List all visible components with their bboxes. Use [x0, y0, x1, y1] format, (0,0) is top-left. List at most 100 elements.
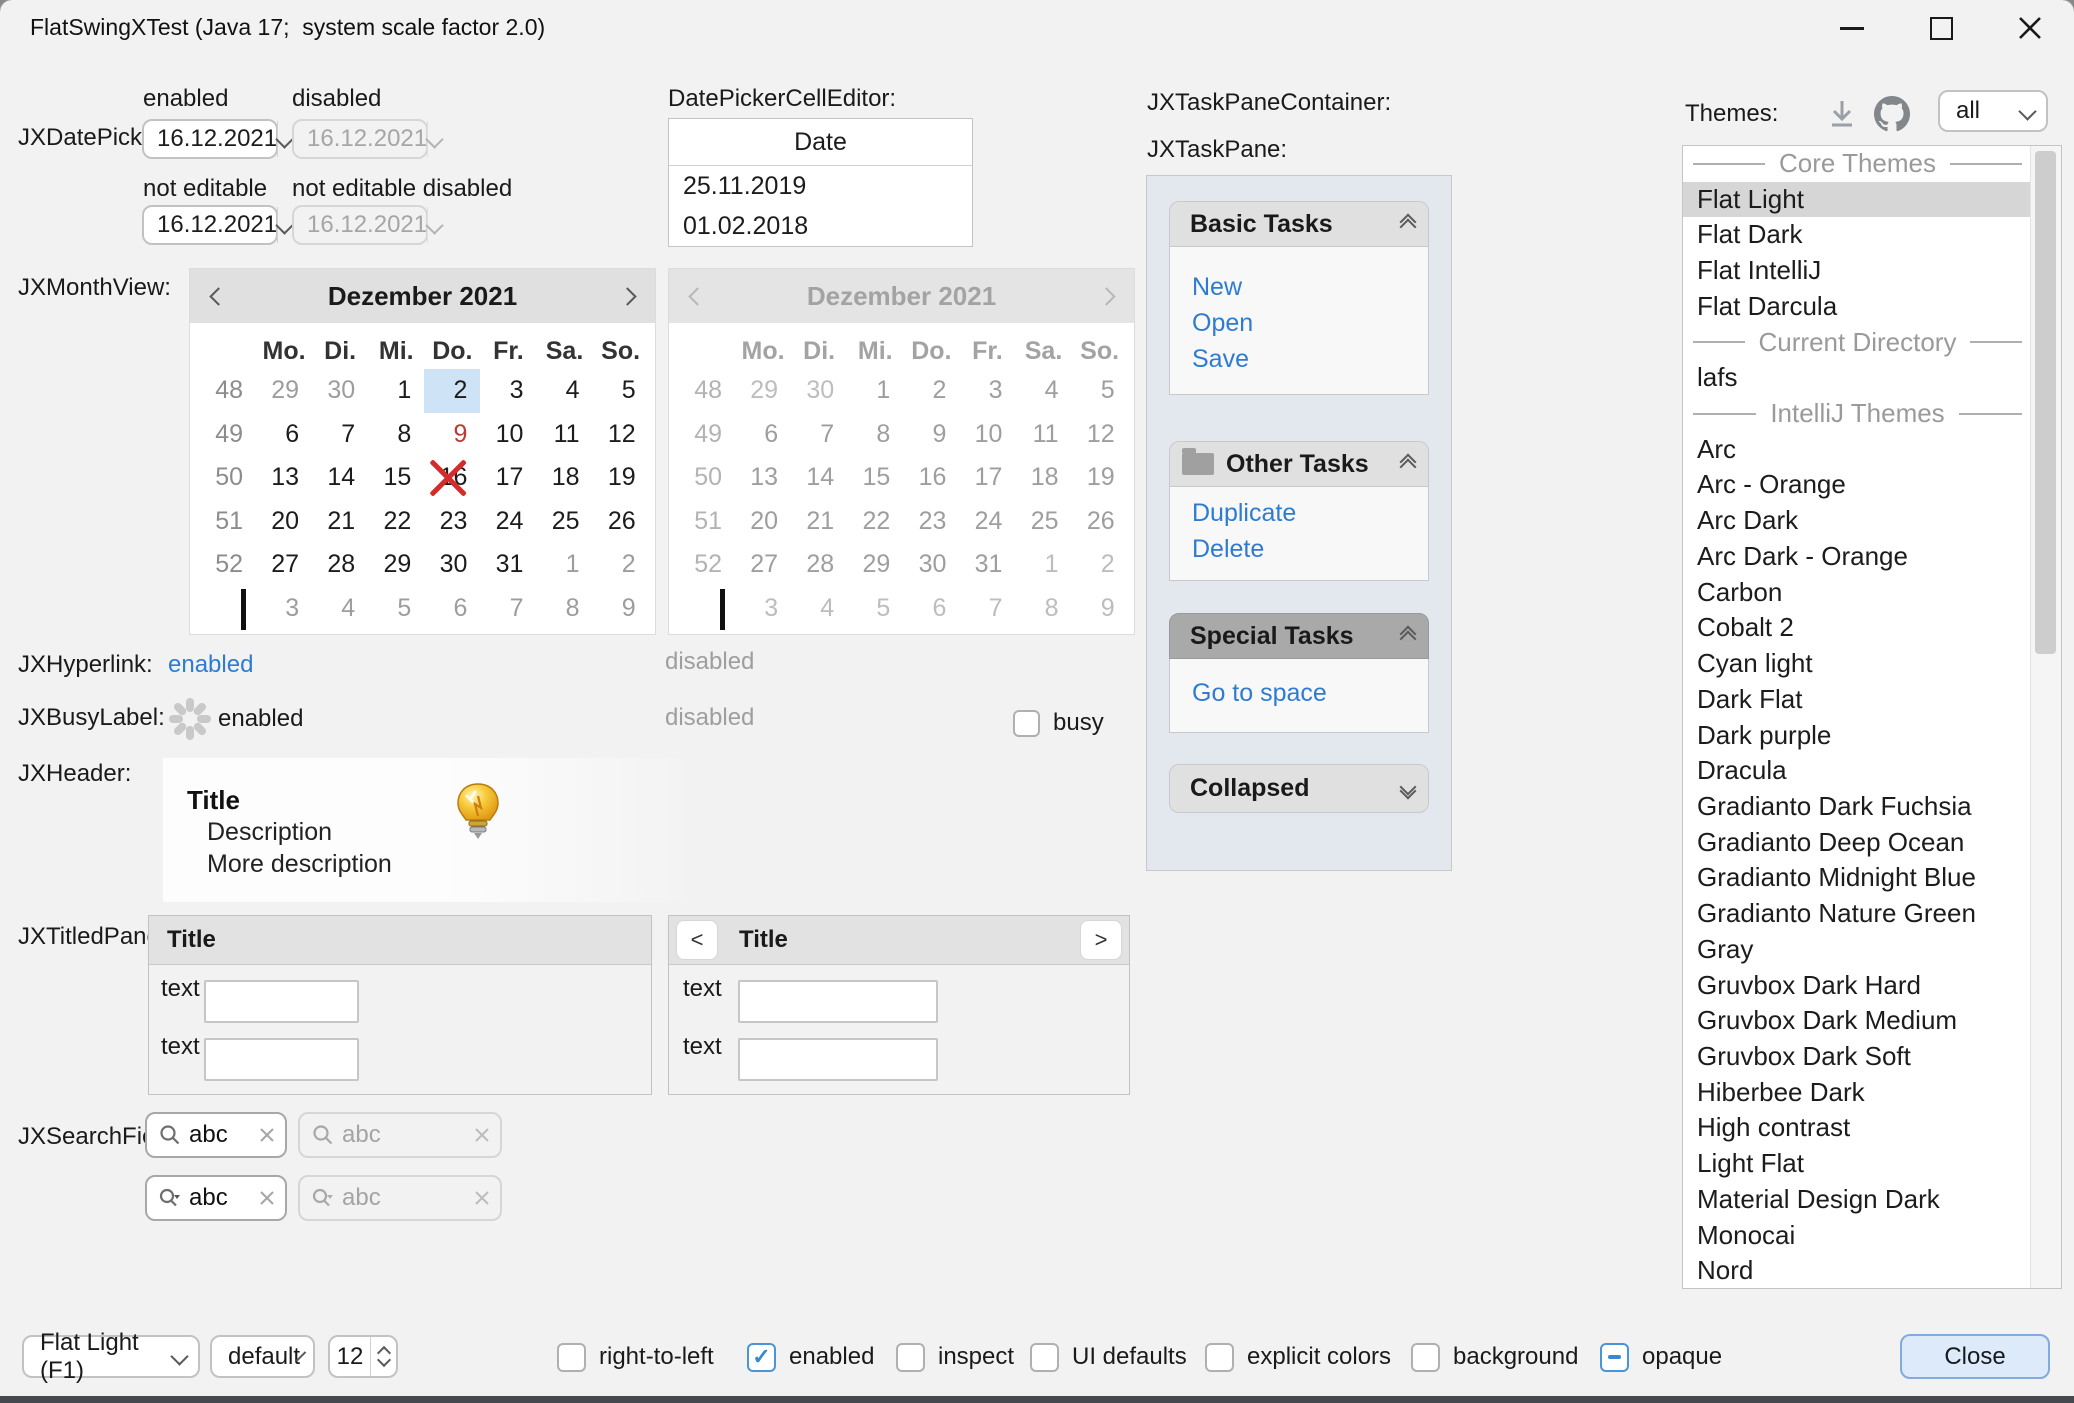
theme-list-item[interactable]: Arc Dark	[1683, 503, 2032, 539]
datepicker-not-editable[interactable]: 16.12.2021	[142, 205, 278, 245]
day-cell[interactable]: 17	[480, 456, 536, 500]
task-link-save[interactable]: Save	[1192, 341, 1428, 377]
day-cell[interactable]: 3	[480, 369, 536, 413]
theme-list-item[interactable]: Gray	[1683, 932, 2032, 968]
day-cell[interactable]: 23	[424, 500, 480, 544]
day-cell[interactable]: 2	[593, 543, 649, 587]
prev-month-button[interactable]	[669, 290, 725, 303]
minimize-button[interactable]	[1807, 0, 1897, 56]
theme-list-item[interactable]: Dracula	[1683, 753, 2032, 789]
next-month-button[interactable]	[599, 290, 655, 303]
day-cell[interactable]: 4	[312, 587, 368, 631]
day-cell[interactable]: 21	[312, 500, 368, 544]
day-cell[interactable]: 31	[480, 543, 536, 587]
day-cell[interactable]: 22	[368, 500, 424, 544]
taskpane-header[interactable]: Collapsed	[1169, 764, 1429, 813]
day-cell[interactable]: 1	[536, 543, 592, 587]
day-cell[interactable]: 13	[256, 456, 312, 500]
day-cell[interactable]: 16	[424, 456, 480, 500]
day-cell[interactable]: 30	[312, 369, 368, 413]
day-cell[interactable]: 12	[593, 413, 649, 457]
theme-list-item[interactable]: High contrast	[1683, 1110, 2032, 1146]
task-link-open[interactable]: Open	[1192, 305, 1428, 341]
day-cell[interactable]: 5	[593, 369, 649, 413]
day-cell[interactable]: 26	[593, 500, 649, 544]
chevron-down-icon[interactable]	[277, 207, 291, 243]
collapse-icon[interactable]	[1402, 628, 1414, 645]
theme-list-item[interactable]: Hiberbee Dark	[1683, 1075, 2032, 1111]
checkbox-ui-defaults[interactable]: UI defaults	[1030, 1335, 1187, 1379]
download-icon[interactable]	[1827, 98, 1857, 130]
search-input[interactable]: abc	[189, 1184, 251, 1212]
theme-list-item[interactable]: Dark Flat	[1683, 682, 2032, 718]
theme-list-item[interactable]: Arc	[1683, 432, 2032, 468]
collapse-icon[interactable]	[1402, 216, 1414, 233]
day-cell[interactable]: 8	[368, 413, 424, 457]
theme-list-item[interactable]: Nord	[1683, 1253, 2032, 1288]
checkbox-box[interactable]	[1030, 1343, 1059, 1372]
theme-list-item[interactable]: Arc - Orange	[1683, 467, 2032, 503]
day-cell[interactable]: 7	[480, 587, 536, 631]
theme-list-item[interactable]: Light Flat	[1683, 1146, 2032, 1182]
themes-scrollbar[interactable]	[2030, 146, 2061, 1288]
theme-list-item[interactable]: Gruvbox Dark Hard	[1683, 968, 2032, 1004]
themes-filter-combo[interactable]: all	[1938, 90, 2048, 132]
checkbox-explicit-colors[interactable]: explicit colors	[1205, 1335, 1391, 1379]
panel-left-button[interactable]: <	[676, 920, 718, 960]
text-field[interactable]	[204, 980, 359, 1023]
day-cell[interactable]: 30	[424, 543, 480, 587]
theme-list-item[interactable]: Gradianto Nature Green	[1683, 896, 2032, 932]
day-cell[interactable]: 1	[368, 369, 424, 413]
day-cell[interactable]: 27	[256, 543, 312, 587]
theme-list-item[interactable]: Cobalt 2	[1683, 610, 2032, 646]
close-button[interactable]: Close	[1900, 1334, 2050, 1379]
theme-list-item[interactable]: Dark purple	[1683, 718, 2032, 754]
close-window-button[interactable]	[1985, 0, 2074, 56]
collapse-icon[interactable]	[1402, 456, 1414, 473]
chevron-down-icon[interactable]	[277, 121, 291, 157]
day-cell[interactable]: 10	[480, 413, 536, 457]
checkbox-box[interactable]	[1205, 1343, 1234, 1372]
theme-list-item[interactable]: Arc Dark - Orange	[1683, 539, 2032, 575]
day-cell[interactable]: 6	[256, 413, 312, 457]
scrollbar-thumb[interactable]	[2035, 151, 2056, 654]
github-icon[interactable]	[1874, 96, 1910, 132]
search-field-menu-enabled[interactable]: abc	[145, 1175, 287, 1221]
checkbox-opaque[interactable]: opaque	[1600, 1335, 1722, 1379]
clear-icon[interactable]	[259, 1127, 275, 1143]
checkbox-inspect[interactable]: inspect	[896, 1335, 1014, 1379]
search-field-enabled[interactable]: abc	[145, 1112, 287, 1158]
clear-icon[interactable]	[259, 1190, 275, 1206]
day-cell[interactable]: 29	[368, 543, 424, 587]
day-cell[interactable]: 14	[312, 456, 368, 500]
day-cell[interactable]: 8	[536, 587, 592, 631]
theme-list-item[interactable]: Monocai	[1683, 1218, 2032, 1254]
prev-month-button[interactable]	[190, 290, 246, 303]
font-size-spinner[interactable]: 12	[328, 1335, 398, 1378]
day-cell[interactable]: 25	[536, 500, 592, 544]
day-cell[interactable]: 24	[480, 500, 536, 544]
day-cell[interactable]: 6	[424, 587, 480, 631]
day-cell[interactable]: 15	[368, 456, 424, 500]
day-cell[interactable]: 19	[593, 456, 649, 500]
day-cell[interactable]: 18	[536, 456, 592, 500]
day-cell[interactable]: 29	[256, 369, 312, 413]
day-cell[interactable]: 7	[312, 413, 368, 457]
day-cell[interactable]: 9	[593, 587, 649, 631]
checkbox-box[interactable]: ✓	[747, 1343, 776, 1372]
theme-list-item[interactable]: Carbon	[1683, 575, 2032, 611]
theme-list-item[interactable]: Material Design Dark	[1683, 1182, 2032, 1218]
theme-list-item[interactable]: Gradianto Midnight Blue	[1683, 860, 2032, 896]
spinner-buttons[interactable]	[370, 1337, 396, 1376]
text-field[interactable]	[204, 1038, 359, 1081]
datepicker-enabled[interactable]: 16.12.2021	[142, 119, 278, 159]
expand-icon[interactable]	[1402, 781, 1414, 797]
panel-right-button[interactable]: >	[1080, 920, 1122, 960]
day-cell[interactable]: 9	[424, 413, 480, 457]
taskpane-header[interactable]: Other Tasks	[1169, 441, 1429, 487]
checkbox-enabled[interactable]: ✓ enabled	[747, 1335, 874, 1379]
day-cell[interactable]: 20	[256, 500, 312, 544]
checkbox-box[interactable]	[557, 1343, 586, 1372]
table-row[interactable]: 01.02.2018	[669, 206, 972, 246]
theme-list-item[interactable]: Flat Light	[1683, 182, 2032, 218]
